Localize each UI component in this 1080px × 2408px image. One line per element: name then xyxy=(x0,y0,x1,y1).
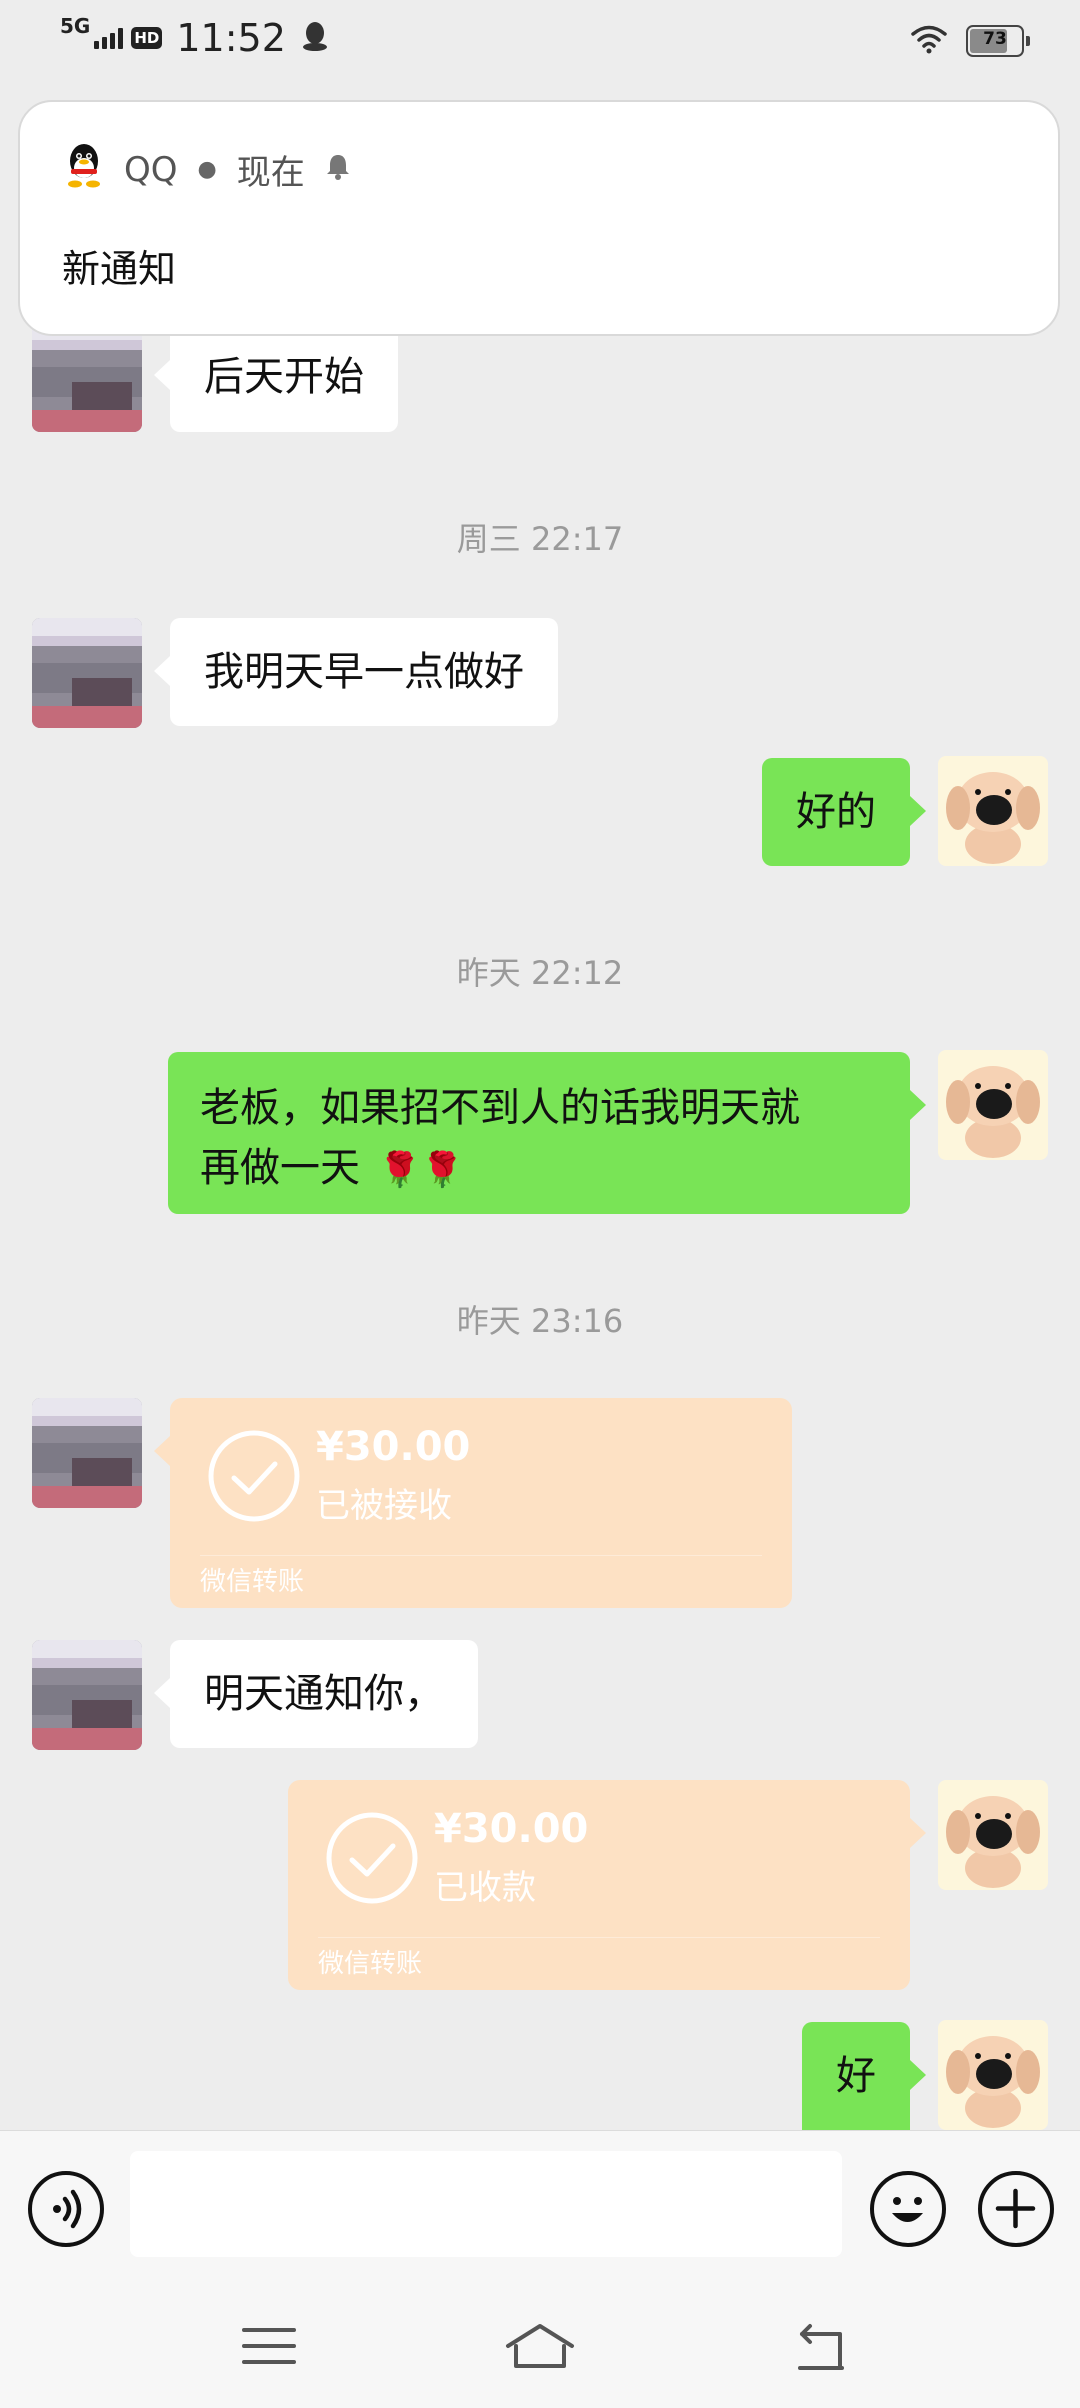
message-text: 好 xyxy=(836,2053,876,2099)
my-avatar[interactable] xyxy=(938,1050,1048,1160)
timestamp: 周三 22:17 xyxy=(456,520,624,558)
contact-avatar[interactable] xyxy=(32,322,142,432)
check-circle-icon xyxy=(208,1430,300,1522)
message-bubble[interactable]: 好的 xyxy=(762,758,926,866)
notification-time: 现在 xyxy=(236,153,305,193)
home-icon xyxy=(506,2324,574,2368)
divider xyxy=(200,1555,762,1556)
plus-icon xyxy=(995,2188,1036,2229)
menu-icon xyxy=(242,2328,296,2364)
plus-button[interactable] xyxy=(978,2171,1054,2247)
bell-icon xyxy=(325,150,351,190)
message-text: 我明天早一点做好 xyxy=(204,649,524,695)
notification-title: 新通知 xyxy=(62,247,177,291)
message-input[interactable] xyxy=(130,2151,842,2257)
message-text-line: 老板，如果招不到人的话我明天就 xyxy=(200,1085,800,1131)
timestamp: 昨天 23:16 xyxy=(456,1302,624,1340)
my-avatar[interactable] xyxy=(938,756,1048,866)
message-text-line: 再做一天 xyxy=(200,1145,360,1191)
my-avatar[interactable] xyxy=(938,2020,1048,2130)
separator-dot: ● xyxy=(197,157,217,182)
notification-app: QQ xyxy=(124,149,178,190)
message-text: 明天通知你， xyxy=(204,1671,444,1717)
emoji-button[interactable] xyxy=(870,2171,946,2247)
message-text: 后天开始 xyxy=(204,354,364,400)
contact-avatar[interactable] xyxy=(32,1398,142,1508)
message-bubble[interactable]: 明天通知你， xyxy=(154,1640,478,1748)
menu-button[interactable] xyxy=(230,2316,310,2376)
timestamp: 昨天 22:12 xyxy=(456,954,624,992)
transfer-amount: ¥30.00 xyxy=(434,1806,589,1852)
back-icon xyxy=(798,2324,844,2370)
message-text: 好的 xyxy=(796,789,876,835)
message-bubble[interactable]: 好 xyxy=(802,2022,926,2130)
back-button[interactable] xyxy=(780,2316,860,2376)
system-nav-bar xyxy=(0,2286,1080,2408)
my-avatar[interactable] xyxy=(938,1780,1048,1890)
transfer-amount: ¥30.00 xyxy=(316,1424,471,1470)
notification-banner[interactable]: QQ ● 现在 新通知 xyxy=(18,100,1060,336)
message-bubble[interactable]: 老板，如果招不到人的话我明天就 再做一天 🌹🌹 xyxy=(168,1052,926,1214)
divider xyxy=(318,1937,880,1938)
message-bubble[interactable]: 后天开始 xyxy=(154,322,398,432)
transfer-label: 微信转账 xyxy=(318,1949,423,1979)
rose-emoji: 🌹🌹 xyxy=(378,1150,464,1190)
transfer-card[interactable]: ¥30.00 已收款 微信转账 xyxy=(288,1780,926,1990)
transfer-card[interactable]: ¥30.00 已被接收 微信转账 xyxy=(154,1398,792,1608)
transfer-label: 微信转账 xyxy=(200,1567,305,1597)
contact-avatar[interactable] xyxy=(32,618,142,728)
contact-avatar[interactable] xyxy=(32,1640,142,1750)
qq-penguin-icon xyxy=(64,142,104,197)
home-button[interactable] xyxy=(500,2316,580,2376)
message-bubble[interactable]: 我明天早一点做好 xyxy=(154,618,558,726)
check-circle-icon xyxy=(326,1812,418,1904)
voice-icon xyxy=(53,2189,82,2229)
emoji-icon xyxy=(892,2197,923,2222)
voice-button[interactable] xyxy=(28,2171,104,2247)
input-bar xyxy=(0,2130,1080,2286)
transfer-status: 已收款 xyxy=(434,1868,536,1908)
transfer-status: 已被接收 xyxy=(316,1486,452,1526)
